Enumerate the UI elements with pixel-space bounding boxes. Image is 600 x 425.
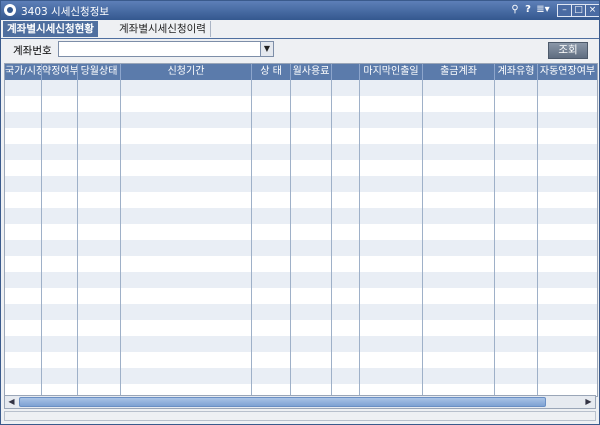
- column-divider: [359, 80, 360, 396]
- table-row[interactable]: [5, 256, 597, 272]
- table-row[interactable]: [5, 176, 597, 192]
- tab-bar: 계좌별시세신청현황 계좌별시세신청이력: [1, 20, 599, 39]
- scroll-left-icon[interactable]: ◀: [5, 396, 18, 408]
- column-divider: [77, 80, 78, 396]
- column-divider: [251, 80, 252, 396]
- tab-account-status[interactable]: 계좌별시세신청현황: [3, 21, 98, 37]
- table-row[interactable]: [5, 224, 597, 240]
- column-divider: [290, 80, 291, 396]
- table-row[interactable]: [5, 96, 597, 112]
- data-grid[interactable]: 국가/시장 약정여부 당월상태 신청기간 상 태 월사용료 마지막인출일 출금계…: [4, 63, 598, 397]
- minimize-button[interactable]: –: [557, 4, 572, 17]
- close-button[interactable]: ×: [585, 4, 599, 17]
- table-row[interactable]: [5, 272, 597, 288]
- query-button[interactable]: 조회: [548, 42, 588, 59]
- table-row[interactable]: [5, 320, 597, 336]
- account-select[interactable]: ▼: [58, 41, 274, 57]
- column-divider: [120, 80, 121, 396]
- table-row[interactable]: [5, 240, 597, 256]
- table-row[interactable]: [5, 304, 597, 320]
- table-row[interactable]: [5, 192, 597, 208]
- table-row[interactable]: [5, 368, 597, 384]
- maximize-button[interactable]: □: [571, 4, 586, 17]
- scroll-thumb[interactable]: [19, 397, 546, 407]
- column-divider: [422, 80, 423, 396]
- title-bar[interactable]: 3403 시세신청정보 ⚲ ? ≣▾ – □ ×: [1, 1, 599, 20]
- main-window: 3403 시세신청정보 ⚲ ? ≣▾ – □ × 계좌별시세신청현황 계좌별시세…: [0, 0, 600, 425]
- header-last-withdraw-date[interactable]: 마지막인출일: [360, 64, 423, 80]
- table-row[interactable]: [5, 144, 597, 160]
- header-blank[interactable]: [332, 64, 360, 80]
- chevron-down-icon[interactable]: ▼: [260, 42, 273, 56]
- column-divider: [494, 80, 495, 396]
- table-row[interactable]: [5, 128, 597, 144]
- table-row[interactable]: [5, 352, 597, 368]
- header-auto-renew[interactable]: 자동연장여부: [538, 64, 597, 80]
- status-bar: [4, 411, 596, 421]
- column-divider: [537, 80, 538, 396]
- table-row[interactable]: [5, 288, 597, 304]
- table-row[interactable]: [5, 336, 597, 352]
- header-withdraw-account[interactable]: 출금계좌: [423, 64, 495, 80]
- header-status[interactable]: 상 태: [252, 64, 291, 80]
- scroll-right-icon[interactable]: ▶: [582, 396, 595, 408]
- table-row[interactable]: [5, 208, 597, 224]
- table-row[interactable]: [5, 112, 597, 128]
- column-divider: [41, 80, 42, 396]
- menu-icon[interactable]: ≣▾: [535, 4, 551, 16]
- column-divider: [331, 80, 332, 396]
- header-monthly-fee[interactable]: 월사용료: [291, 64, 332, 80]
- help-icon[interactable]: ?: [523, 4, 533, 16]
- header-apply-period[interactable]: 신청기간: [121, 64, 252, 80]
- tab-account-history[interactable]: 계좌별시세신청이력: [115, 21, 211, 37]
- header-country-market[interactable]: 국가/시장: [5, 64, 42, 80]
- account-label: 계좌번호: [13, 45, 52, 57]
- window-title: 3403 시세신청정보: [21, 6, 110, 18]
- table-row[interactable]: [5, 160, 597, 176]
- pin-icon[interactable]: ⚲: [509, 4, 521, 16]
- header-month-status[interactable]: 당월상태: [78, 64, 121, 80]
- header-account-type[interactable]: 계좌유형: [495, 64, 538, 80]
- header-contract-yn[interactable]: 약정여부: [42, 64, 78, 80]
- app-icon: [4, 4, 16, 16]
- table-row[interactable]: [5, 80, 597, 96]
- horizontal-scrollbar[interactable]: ◀ ▶: [4, 395, 596, 409]
